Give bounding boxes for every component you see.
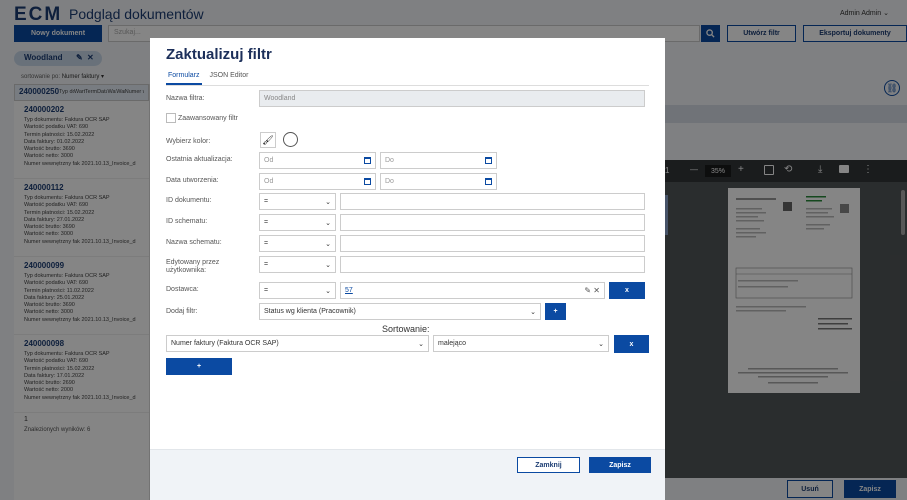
edited-by-operator-select[interactable]: = ⌄ bbox=[259, 256, 336, 273]
created-from-placeholder: Od bbox=[264, 178, 274, 185]
edited-by-input[interactable] bbox=[340, 256, 645, 273]
calendar-icon[interactable] bbox=[485, 157, 492, 164]
supplier-operator-select[interactable]: = ⌄ bbox=[259, 282, 336, 299]
chevron-down-icon: ⌄ bbox=[530, 308, 536, 316]
chevron-down-icon: ⌄ bbox=[325, 287, 331, 295]
calendar-icon[interactable] bbox=[364, 178, 371, 185]
pencil-icon[interactable]: ✎ bbox=[584, 286, 591, 295]
paint-brush-icon[interactable]: 🖌 bbox=[260, 132, 276, 148]
close-button[interactable]: Zamknij bbox=[517, 457, 580, 473]
add-filter-label: Dodaj filtr: bbox=[166, 308, 198, 315]
advanced-filter-label: Zaawansowany filtr bbox=[178, 115, 238, 122]
created-to-input[interactable]: Do bbox=[380, 173, 497, 190]
dialog-title: Zaktualizuj filtr bbox=[166, 46, 272, 63]
dialog-tabs: Formularz JSON Editor bbox=[166, 71, 649, 86]
operator-value: = bbox=[264, 198, 269, 205]
calendar-icon[interactable] bbox=[485, 178, 492, 185]
last-update-to-placeholder: Do bbox=[385, 157, 394, 164]
add-filter-button[interactable]: + bbox=[545, 303, 566, 320]
calendar-icon[interactable] bbox=[364, 157, 371, 164]
operator-value: = bbox=[264, 287, 269, 294]
update-filter-dialog: Zaktualizuj filtr Formularz JSON Editor … bbox=[150, 38, 665, 500]
chevron-down-icon: ⌄ bbox=[325, 219, 331, 227]
schema-name-operator-select[interactable]: = ⌄ bbox=[259, 235, 336, 252]
filter-name-input[interactable]: Woodland bbox=[259, 90, 645, 107]
schema-id-operator-select[interactable]: = ⌄ bbox=[259, 214, 336, 231]
created-date-label: Data utworzenia: bbox=[166, 177, 219, 184]
supplier-value[interactable]: 57 bbox=[345, 287, 353, 294]
sort-order-value: malejąco bbox=[438, 340, 467, 347]
last-update-from-input[interactable]: Od bbox=[259, 152, 376, 169]
color-label: Wybierz kolor: bbox=[166, 138, 211, 145]
created-to-placeholder: Do bbox=[385, 178, 394, 185]
clear-icon[interactable]: ✕ bbox=[593, 286, 600, 295]
schema-name-label: Nazwa schematu: bbox=[166, 239, 222, 246]
document-id-operator-select[interactable]: = ⌄ bbox=[259, 193, 336, 210]
dialog-footer: Zamknij Zapisz bbox=[150, 449, 665, 500]
chevron-down-icon: ⌄ bbox=[598, 340, 604, 348]
dialog-save-button[interactable]: Zapisz bbox=[589, 457, 651, 473]
schema-id-input[interactable] bbox=[340, 214, 645, 231]
sort-field-value: Numer faktury (Faktura OCR SAP) bbox=[171, 340, 279, 347]
schema-id-label: ID schematu: bbox=[166, 218, 208, 225]
filter-name-label: Nazwa filtra: bbox=[166, 95, 205, 102]
add-filter-select[interactable]: Status wg klienta (Pracownik) ⌄ bbox=[259, 303, 541, 320]
operator-value: = bbox=[264, 261, 269, 268]
sort-field-select[interactable]: Numer faktury (Faktura OCR SAP) ⌄ bbox=[166, 335, 429, 352]
last-update-to-input[interactable]: Do bbox=[380, 152, 497, 169]
advanced-filter-checkbox[interactable] bbox=[166, 113, 176, 123]
add-sort-button[interactable]: + bbox=[166, 358, 232, 375]
schema-name-input[interactable] bbox=[340, 235, 645, 252]
chevron-down-icon: ⌄ bbox=[325, 261, 331, 269]
created-from-input[interactable]: Od bbox=[259, 173, 376, 190]
color-swatch[interactable] bbox=[283, 132, 298, 147]
tab-json-editor[interactable]: JSON Editor bbox=[208, 71, 251, 85]
sort-remove-button[interactable]: x bbox=[614, 335, 649, 353]
sorting-label: Sortowanie: bbox=[382, 324, 430, 334]
chevron-down-icon: ⌄ bbox=[325, 198, 331, 206]
supplier-remove-button[interactable]: x bbox=[609, 282, 645, 299]
sort-order-select[interactable]: malejąco ⌄ bbox=[433, 335, 609, 352]
operator-value: = bbox=[264, 219, 269, 226]
last-update-label: Ostatnia aktualizacja: bbox=[166, 156, 233, 163]
last-update-from-placeholder: Od bbox=[264, 157, 274, 164]
chevron-down-icon: ⌄ bbox=[418, 340, 424, 348]
tab-form[interactable]: Formularz bbox=[166, 71, 202, 85]
operator-value: = bbox=[264, 240, 269, 247]
edited-by-label: Edytowany przez użytkownika: bbox=[166, 259, 220, 274]
document-id-input[interactable] bbox=[340, 193, 645, 210]
supplier-label: Dostawca: bbox=[166, 286, 199, 293]
document-id-label: ID dokumentu: bbox=[166, 197, 212, 204]
chevron-down-icon: ⌄ bbox=[325, 240, 331, 248]
supplier-input[interactable]: 57 ✎ ✕ bbox=[340, 282, 605, 299]
add-filter-value: Status wg klienta (Pracownik) bbox=[264, 308, 356, 315]
